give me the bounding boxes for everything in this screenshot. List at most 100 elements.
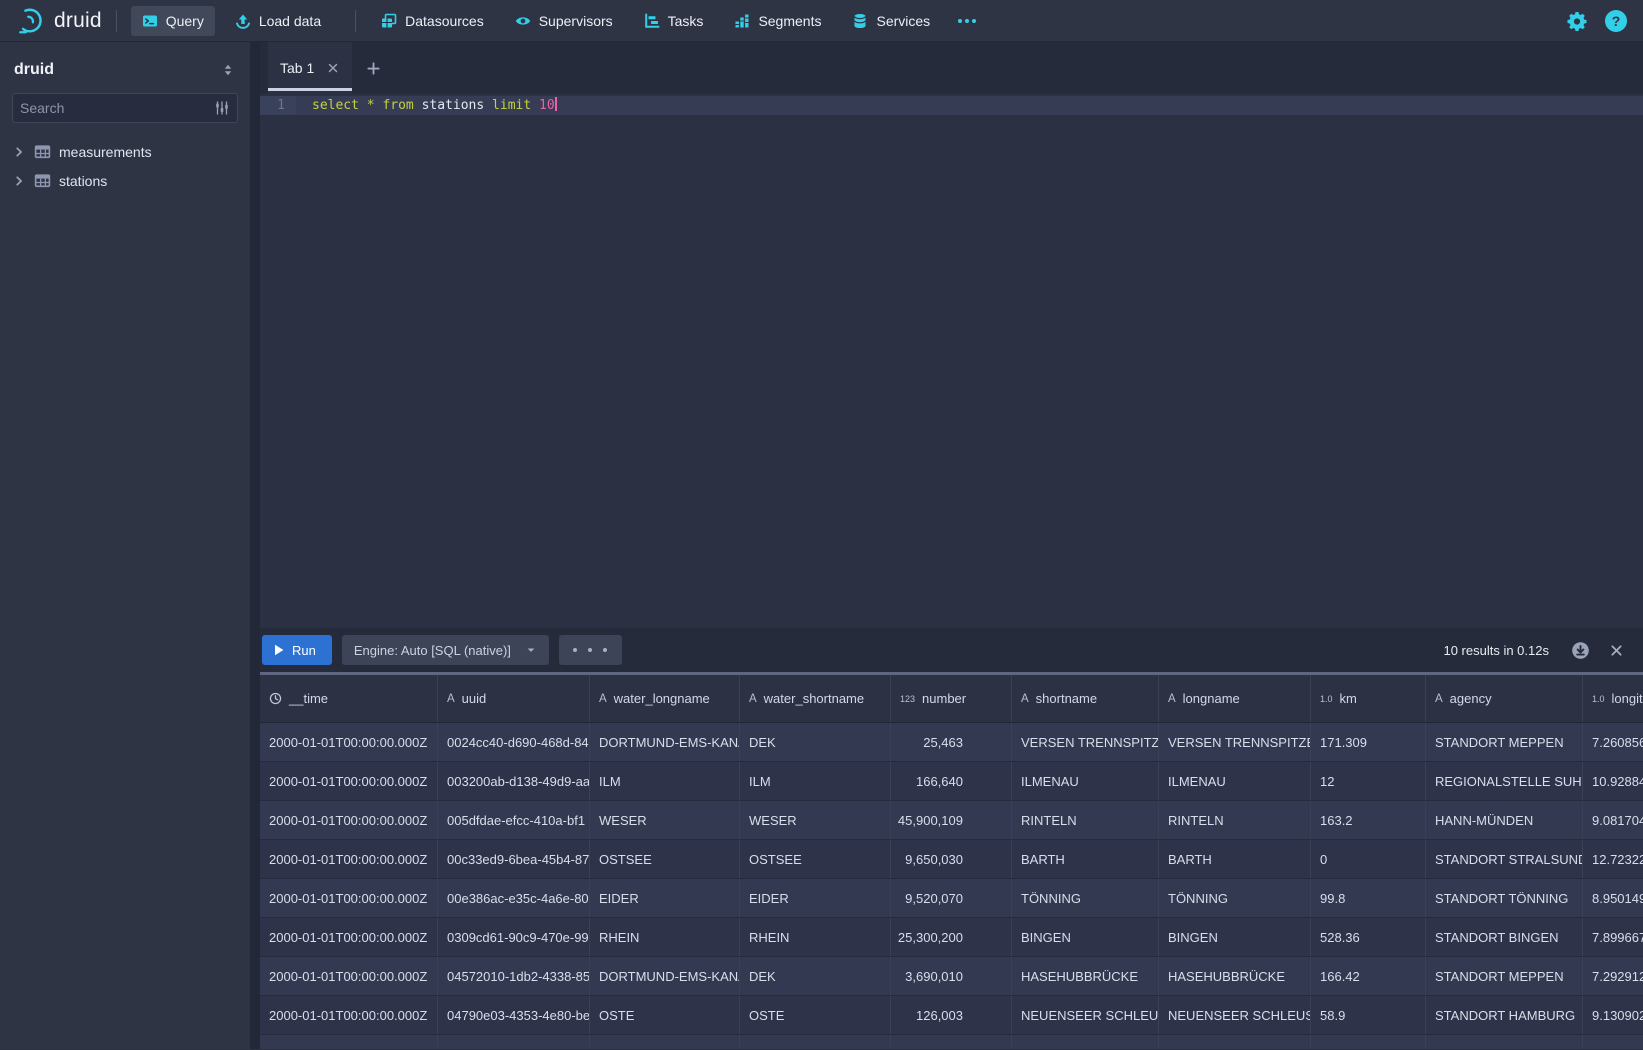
table-cell[interactable]: TÖNNING [1159,879,1311,917]
column-header-shortname[interactable]: Ashortname [1012,675,1159,722]
tab-tab-1[interactable]: Tab 1 [268,42,352,94]
gear-icon[interactable] [1567,11,1587,31]
nav-item-supervisors[interactable]: Supervisors [504,6,624,36]
table-cell[interactable]: 2000-01-01T00:00:00.000Z [260,918,438,956]
table-cell[interactable]: 58.9 [1311,996,1426,1034]
table-cell[interactable]: DEK [740,957,891,995]
table-cell[interactable]: 45,900,109 [891,801,1012,839]
table-cell[interactable]: 04572010-1db2-4338-85 [438,957,590,995]
table-cell[interactable]: REGIONALSTELLE SUHL [1426,762,1583,800]
table-cell[interactable]: STANDORT MEPPEN [1426,957,1583,995]
table-cell[interactable]: 8.950149 [1583,879,1643,917]
table-cell[interactable]: 0309cd61-90c9-470e-99 [438,918,590,956]
table-cell[interactable]: 9.081704 [1583,801,1643,839]
table-cell[interactable]: EIDER [590,879,740,917]
column-header-km[interactable]: 1.0km [1311,675,1426,722]
table-cell[interactable]: OSTE [740,996,891,1034]
table-cell[interactable]: 9,650,030 [891,840,1012,878]
table-cell[interactable]: STANDORT TÖNNING [1426,879,1583,917]
table-cell[interactable]: 10.928843 [1583,762,1643,800]
column-header-__time[interactable]: __time [260,675,438,722]
table-cell[interactable]: ILMENAU [1012,762,1159,800]
table-cell[interactable]: HASEHUBBRÜCKE [1012,957,1159,995]
column-header-longitude[interactable]: 1.0longitude [1583,675,1643,722]
close-results-button[interactable] [1603,637,1629,663]
column-header-water_shortname[interactable]: Awater_shortname [740,675,891,722]
table-cell[interactable]: 2000-01-01T00:00:00.000Z [260,801,438,839]
table-cell[interactable]: BINGEN [1012,918,1159,956]
table-cell[interactable]: BINGEN [1159,918,1311,956]
table-cell[interactable]: 9,520,070 [891,879,1012,917]
table-cell[interactable]: 00e386ac-e35c-4a6e-80 [438,879,590,917]
table-cell[interactable] [260,1035,438,1049]
table-cell[interactable]: OSTE [590,996,740,1034]
table-cell[interactable]: WESER [740,801,891,839]
tab-close-button[interactable] [326,61,340,75]
table-cell[interactable] [1311,1035,1426,1049]
table-cell[interactable]: 00c33ed9-6bea-45b4-87 [438,840,590,878]
table-cell[interactable]: RINTELN [1012,801,1159,839]
table-cell[interactable]: 2000-01-01T00:00:00.000Z [260,723,438,761]
table-cell[interactable]: STANDORT HAMBURG [1426,996,1583,1034]
table-cell[interactable]: 2000-01-01T00:00:00.000Z [260,879,438,917]
nav-more-button[interactable] [950,19,984,23]
table-cell[interactable]: WESER [590,801,740,839]
table-cell[interactable]: 126,003 [891,996,1012,1034]
table-cell[interactable]: DORTMUND-EMS-KANAL [590,957,740,995]
column-header-water_longname[interactable]: Awater_longname [590,675,740,722]
table-cell[interactable]: HANN-MÜNDEN [1426,801,1583,839]
table-cell[interactable]: STANDORT STRALSUND [1426,840,1583,878]
table-cell[interactable]: RHEIN [590,918,740,956]
table-cell[interactable]: 99.8 [1311,879,1426,917]
table-cell[interactable] [1012,1035,1159,1049]
table-cell[interactable]: TÖNNING [1012,879,1159,917]
table-cell[interactable]: 163.2 [1311,801,1426,839]
column-header-longname[interactable]: Alongname [1159,675,1311,722]
table-cell[interactable]: 7.899667 [1583,918,1643,956]
table-cell[interactable]: VERSEN TRENNSPITZE [1012,723,1159,761]
nav-item-tasks[interactable]: Tasks [633,6,715,36]
table-cell[interactable]: ILMENAU [1159,762,1311,800]
table-cell[interactable]: VERSEN TRENNSPITZE [1159,723,1311,761]
table-cell[interactable]: ILM [590,762,740,800]
tree-item-measurements[interactable]: measurements [0,137,250,166]
chevron-right-icon[interactable] [12,145,26,159]
table-cell[interactable]: NEUENSEER SCHLEUSEN [1012,996,1159,1034]
table-cell[interactable]: 171.309 [1311,723,1426,761]
column-header-uuid[interactable]: Auuid [438,675,590,722]
nav-item-services[interactable]: Services [841,6,941,36]
search-input[interactable] [20,100,214,116]
column-header-agency[interactable]: Aagency [1426,675,1583,722]
table-cell[interactable]: EIDER [740,879,891,917]
nav-item-query[interactable]: Query [131,6,215,36]
table-cell[interactable] [590,1035,740,1049]
table-cell[interactable]: 166.42 [1311,957,1426,995]
table-cell[interactable]: 2000-01-01T00:00:00.000Z [260,996,438,1034]
table-cell[interactable] [891,1035,1012,1049]
table-cell[interactable] [438,1035,590,1049]
table-cell[interactable]: 528.36 [1311,918,1426,956]
help-icon[interactable]: ? [1605,10,1627,32]
table-cell[interactable]: 12 [1311,762,1426,800]
table-cell[interactable]: 25,463 [891,723,1012,761]
table-cell[interactable]: HASEHUBBRÜCKE [1159,957,1311,995]
table-cell[interactable] [740,1035,891,1049]
sql-editor[interactable]: 1 select * from stations limit 10 [260,94,1643,628]
add-tab-button[interactable] [352,42,395,94]
table-cell[interactable]: 2000-01-01T00:00:00.000Z [260,957,438,995]
app-logo[interactable]: druid [16,6,102,36]
table-cell[interactable]: 0024cc40-d690-468d-84 [438,723,590,761]
table-cell[interactable]: ILM [740,762,891,800]
table-cell[interactable]: RINTELN [1159,801,1311,839]
filter-sliders-icon[interactable] [214,100,230,116]
table-cell[interactable]: 005dfdae-efcc-410a-bf1 [438,801,590,839]
table-cell[interactable] [1159,1035,1311,1049]
table-cell[interactable]: OSTSEE [590,840,740,878]
column-header-number[interactable]: 123number [891,675,1012,722]
table-cell[interactable]: 04790e03-4353-4e80-be [438,996,590,1034]
table-cell[interactable]: STANDORT BINGEN [1426,918,1583,956]
table-cell[interactable]: DEK [740,723,891,761]
table-cell[interactable]: 0 [1311,840,1426,878]
table-cell[interactable]: NEUENSEER SCHLEUSEN [1159,996,1311,1034]
table-cell[interactable]: DORTMUND-EMS-KANAL [590,723,740,761]
